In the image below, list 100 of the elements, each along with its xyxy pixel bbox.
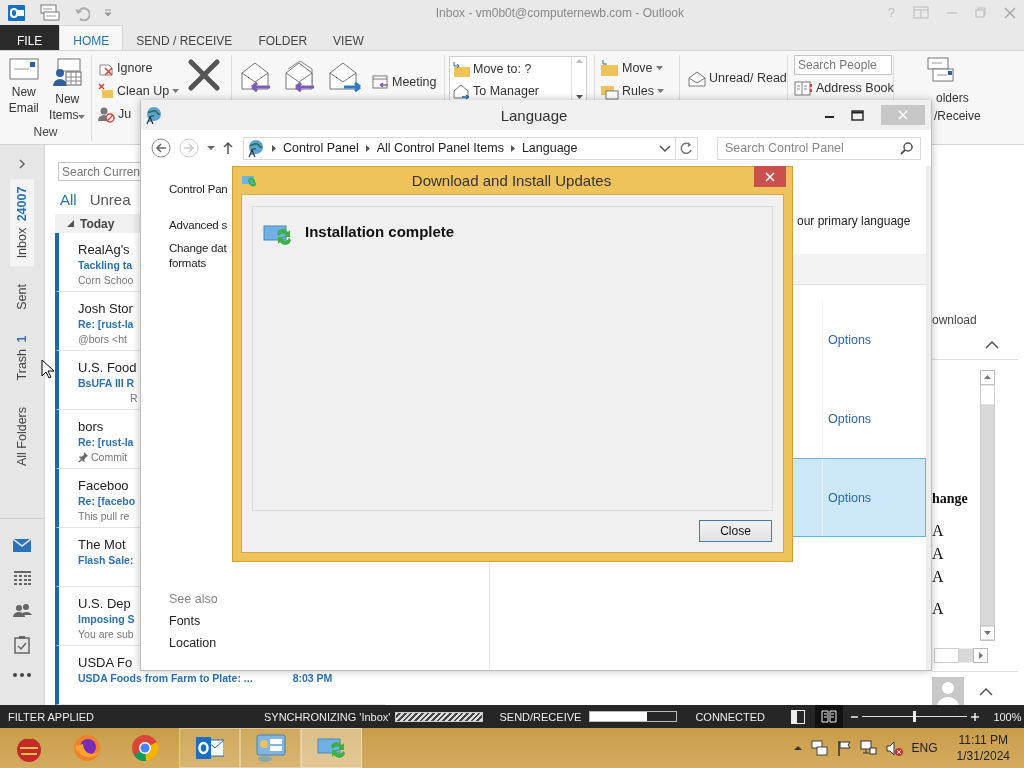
- new-email-label[interactable]: New Email: [3, 84, 45, 116]
- app-icon[interactable]: [8, 3, 26, 22]
- junk-button[interactable]: Ju: [98, 105, 132, 123]
- ribbon-tab[interactable]: FILE: [0, 25, 60, 50]
- group-label: /Receive: [934, 109, 981, 123]
- calendar-icon: [372, 74, 389, 90]
- chevron-icon: [510, 144, 515, 152]
- people-icon[interactable]: [12, 603, 32, 617]
- message-subject: Re: [rust-la: [78, 318, 134, 331]
- chevron-up-icon[interactable]: [793, 745, 802, 751]
- navigation-item[interactable]: Trash 1: [10, 328, 34, 389]
- network-icon[interactable]: [859, 740, 877, 756]
- sample-letter: A: [932, 521, 945, 541]
- to-manager-step[interactable]: To Manager: [452, 82, 571, 100]
- filter-tab[interactable]: All: [60, 191, 77, 209]
- message-sender: U.S. Food: [78, 359, 137, 376]
- reading-view-button[interactable]: [815, 705, 844, 728]
- update-icon: [263, 223, 293, 247]
- envelope-open-icon: [688, 69, 706, 87]
- ribbon-tab[interactable]: HOME: [59, 25, 124, 50]
- options-link[interactable]: Options: [828, 490, 872, 505]
- refresh-button[interactable]: [675, 136, 698, 160]
- language-icon: [145, 105, 163, 125]
- normal-view-icon[interactable]: [791, 709, 806, 724]
- ribbon-tab[interactable]: SEND / RECEIVE: [123, 25, 246, 50]
- chevron-down-icon[interactable]: [658, 144, 671, 152]
- ignore-button[interactable]: Ignore: [98, 59, 153, 77]
- navigation-item[interactable]: Inbox 24007: [10, 179, 34, 267]
- unread-read-button[interactable]: Unread/ Read: [688, 69, 787, 87]
- book-icon: [821, 709, 838, 724]
- message-sender: bors: [78, 418, 104, 435]
- people-calendar-icon[interactable]: [52, 58, 83, 87]
- taskbar-button[interactable]: [240, 728, 301, 768]
- navigation-item[interactable]: Sent: [10, 276, 34, 319]
- collapse-icon[interactable]: [67, 220, 74, 227]
- rules-button[interactable]: Rules: [600, 82, 664, 100]
- scrollbar[interactable]: [980, 370, 995, 641]
- slider-thumb[interactable]: [912, 711, 916, 722]
- ribbon-tab[interactable]: VIEW: [320, 25, 377, 50]
- chevron-icon: [365, 144, 370, 152]
- options-link[interactable]: Options: [828, 411, 872, 426]
- breadcrumb-item[interactable]: All Control Panel Items: [376, 141, 504, 155]
- filter-tab[interactable]: Unrea: [89, 191, 131, 209]
- maximize-icon[interactable]: [851, 109, 864, 121]
- language-row[interactable]: Options: [490, 379, 926, 458]
- up-arrow-icon[interactable]: [223, 141, 233, 155]
- navigation-item[interactable]: All Folders: [10, 398, 34, 474]
- dialog-title: Download and Install Updates: [410, 172, 613, 189]
- back-icon[interactable]: [151, 138, 171, 158]
- language-row[interactable]: Options: [490, 300, 926, 379]
- input-language[interactable]: ENG: [911, 741, 938, 755]
- zoom-in-icon[interactable]: [971, 712, 980, 721]
- search-field[interactable]: Search People: [794, 55, 892, 75]
- scrollbar[interactable]: [934, 648, 988, 663]
- caret-icon: [78, 115, 86, 119]
- group-label: Today: [80, 216, 115, 231]
- send-receive-icon[interactable]: [40, 3, 60, 22]
- address-book-button[interactable]: Address Book: [794, 79, 893, 97]
- envelope-icon[interactable]: [8, 58, 39, 80]
- clock[interactable]: 11:11 PM 1/31/2024: [956, 732, 1010, 764]
- search-icon[interactable]: [900, 141, 913, 155]
- expand-icon[interactable]: [18, 159, 26, 169]
- more-icon[interactable]: [13, 672, 31, 677]
- network-icon[interactable]: [810, 740, 828, 756]
- close-button[interactable]: [754, 166, 786, 187]
- flag-icon[interactable]: [836, 739, 851, 757]
- tasks-icon[interactable]: [14, 635, 30, 654]
- breadcrumb-item[interactable]: Language: [521, 141, 578, 155]
- side-link[interactable]: Control Pan: [169, 182, 228, 197]
- collapse-icon[interactable]: [985, 341, 999, 349]
- side-link[interactable]: Fonts: [169, 614, 201, 628]
- delete-icon[interactable]: [188, 59, 220, 91]
- side-link[interactable]: Advanced s: [169, 218, 228, 233]
- address-bar[interactable]: Control Panel All Control Panel Items Language: [243, 136, 676, 160]
- meeting-button[interactable]: Meeting: [372, 73, 437, 91]
- volume-muted-icon[interactable]: [885, 739, 903, 757]
- address-book-icon: [794, 79, 813, 97]
- breadcrumb-item[interactable]: Control Panel: [283, 141, 359, 155]
- move-to-step[interactable]: Move to: ?: [452, 60, 571, 78]
- side-link[interactable]: Change dat formats: [169, 241, 227, 271]
- close-button[interactable]: Close: [699, 520, 772, 542]
- send-receive-icon[interactable]: [924, 57, 956, 83]
- move-button[interactable]: Move: [600, 59, 663, 77]
- new-items-label[interactable]: New Items: [46, 91, 88, 123]
- window-title: Language: [499, 106, 569, 124]
- search-field[interactable]: Search Control Panel: [717, 136, 921, 160]
- options-link[interactable]: Options: [828, 332, 872, 347]
- calendar-icon[interactable]: [13, 570, 31, 585]
- clean-up-button[interactable]: Clean Up: [98, 82, 180, 100]
- status-text: CONNECTED: [695, 710, 767, 723]
- caret-icon: [655, 66, 663, 70]
- message-preview: This pull re: [78, 509, 130, 523]
- mail-icon[interactable]: [13, 538, 31, 552]
- send-receive-label[interactable]: olders: [936, 91, 969, 105]
- message-sender: RealAg's: [78, 241, 130, 258]
- ribbon-tab[interactable]: FOLDER: [245, 25, 321, 50]
- cursor-icon: [41, 359, 55, 379]
- taskbar-button[interactable]: [179, 728, 240, 768]
- close-icon: [898, 110, 908, 120]
- collapse-icon[interactable]: [979, 688, 993, 696]
